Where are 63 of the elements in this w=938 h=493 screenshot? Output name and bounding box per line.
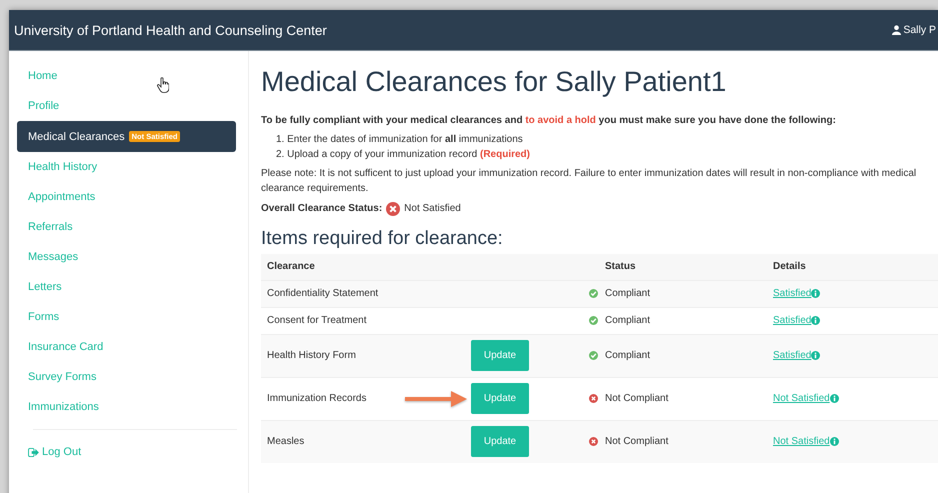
info-icon — [811, 351, 820, 360]
details-link[interactable]: Satisfied — [773, 350, 812, 362]
nav-label: Messages — [28, 251, 78, 263]
info-icon — [811, 316, 820, 326]
column-header: Status — [605, 261, 637, 272]
nav-item[interactable]: Profile — [17, 91, 236, 121]
nav-label: Profile — [28, 100, 60, 112]
nav-item[interactable]: Health History — [17, 152, 236, 182]
table-cell-text: Not Compliant — [605, 393, 670, 404]
nav-item[interactable]: Appointments — [17, 182, 236, 212]
site-title: University of Portland Health and Counseling Center — [14, 22, 327, 38]
overall-status: Not Satisfied — [404, 203, 461, 214]
table-cell-text: Compliant — [605, 350, 652, 362]
details-link[interactable]: Not Satisfied — [773, 393, 830, 404]
nav-item[interactable]: Immunizations — [17, 392, 236, 422]
note-text: Please note: It is not sufficent to just upload your immunization record. Failure to enter immunization dates will result in non-compliance with medical clearance requirements. — [261, 166, 918, 196]
intro-text: To be fully compliant with your medical clearances and to avoid a hold you must make sure you have done the following: — [261, 114, 837, 126]
table-cell-text: Health History Form — [266, 350, 357, 362]
nav-label: Letters — [28, 281, 62, 293]
details-link[interactable]: Satisfied — [773, 315, 812, 326]
table-cell-text: Compliant — [605, 315, 652, 326]
column-header: Details — [773, 261, 807, 272]
nav-label: Medical Clearances — [28, 130, 125, 142]
nav-item[interactable]: Home — [17, 61, 236, 91]
info-icon — [830, 437, 839, 446]
column-header: Clearance — [266, 261, 316, 272]
nav-item[interactable]: Referrals — [17, 212, 236, 242]
nav-item[interactable]: Letters — [17, 272, 236, 302]
update-button[interactable]: Update — [471, 426, 529, 458]
info-icon — [811, 289, 820, 298]
table-cell-text: Compliant — [605, 288, 652, 300]
table-cell-text: Not Compliant — [605, 436, 670, 448]
info-icon — [830, 394, 839, 404]
nav-label: Survey Forms — [28, 371, 96, 383]
page-title: Medical Clearances for Sally Patient1 — [261, 65, 728, 99]
nav-label: Immunizations — [28, 401, 99, 413]
nav-label: Referrals — [28, 221, 73, 233]
details-link[interactable]: Satisfied — [773, 288, 812, 300]
user-icon — [892, 25, 902, 35]
update-button[interactable]: Update — [471, 340, 529, 372]
nav-label: Insurance Card — [28, 341, 104, 353]
nav-item[interactable]: Survey Forms — [17, 362, 236, 392]
table-cell-text: Confidentiality Statement — [266, 288, 380, 300]
nav-item[interactable]: Messages — [17, 242, 236, 272]
nav-item[interactable]: Forms — [17, 302, 236, 332]
table-cell-text: Consent for Treatment — [266, 315, 368, 326]
nav-item[interactable]: Insurance Card — [17, 332, 236, 362]
nav-label: Appointments — [28, 191, 96, 203]
nav-label: Forms — [28, 311, 60, 323]
user-menu[interactable]: Sally P — [892, 24, 936, 36]
nav-label: Home — [28, 70, 58, 82]
details-link[interactable]: Not Satisfied — [773, 436, 830, 448]
instruction-step: 1. Enter the dates of immunization for all immunizations — [276, 132, 938, 147]
instruction-step: 2. Upload a copy of your immunization record (Required) — [276, 146, 938, 162]
update-button[interactable]: Update — [471, 383, 529, 414]
section-heading: Items required for clearance: — [261, 228, 504, 250]
hand-cursor-icon — [157, 77, 169, 93]
overall-label: Overall Clearance Status: — [261, 203, 382, 214]
table-cell-text: Measles — [266, 436, 306, 448]
table-cell-text: Immunization Records — [266, 393, 368, 404]
logout-link[interactable]: Log Out — [17, 437, 236, 467]
logout-icon — [28, 448, 39, 456]
nav-label: Health History — [28, 161, 98, 173]
